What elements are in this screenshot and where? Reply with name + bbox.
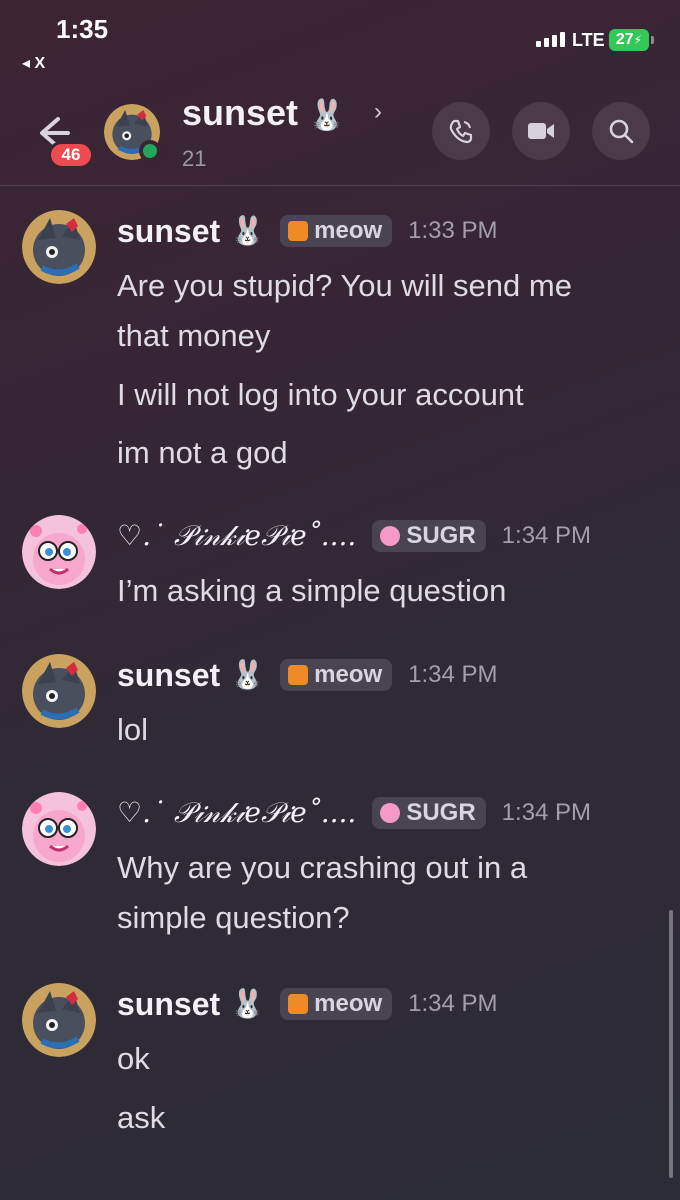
signal-icon [536, 31, 565, 47]
author-name[interactable]: sunset [117, 657, 220, 694]
cat-icon [288, 665, 309, 685]
message-line: that money [117, 318, 271, 353]
heart-icon [380, 526, 401, 546]
message-line: ok [117, 1041, 150, 1076]
video-call-button[interactable] [512, 102, 570, 160]
search-icon [609, 119, 634, 144]
author-name[interactable]: ♡.˙ 𝒫𝒾𝓃𝓀𝒾𝑒𝒫𝒾𝑒˚.... [117, 796, 356, 830]
tag-label: meow [314, 217, 383, 244]
cat-icon [288, 221, 309, 241]
author-name[interactable]: ♡.˙ 𝒫𝒾𝓃𝓀𝒾𝑒𝒫𝒾𝑒˚.... [117, 519, 356, 553]
avatar[interactable] [22, 983, 96, 1057]
message-line: Why are you crashing out in a [117, 850, 528, 885]
member-count: 21 [182, 146, 207, 171]
message-meta: ♡.˙ 𝒫𝒾𝓃𝓀𝒾𝑒𝒫𝒾𝑒˚.... SUGR 1:34 PM [117, 792, 591, 834]
unread-badge: 46 [48, 141, 94, 169]
message-meta: sunset 🐰 meow 1:34 PM [117, 654, 498, 696]
author-name[interactable]: sunset [117, 213, 220, 250]
author-name[interactable]: sunset [117, 986, 220, 1023]
channel-title[interactable]: sunset 🐰 [182, 92, 345, 134]
message-line: im not a god [117, 435, 288, 470]
avatar[interactable] [22, 792, 96, 866]
server-tag[interactable]: SUGR [372, 520, 486, 552]
server-tag[interactable]: meow [280, 988, 393, 1020]
timestamp: 1:33 PM [408, 217, 498, 244]
tag-label: SUGR [406, 799, 476, 826]
message-meta: sunset 🐰 meow 1:34 PM [117, 983, 498, 1025]
network-type: LTE [572, 30, 605, 50]
avatar[interactable] [22, 515, 96, 589]
message-line: I will not log into your account [117, 377, 524, 412]
tag-label: meow [314, 990, 383, 1017]
server-tag[interactable]: meow [280, 659, 393, 691]
battery-icon: 27 ⚡ [609, 29, 649, 51]
back-to-app-link[interactable]: ◂ X [22, 53, 45, 73]
message-line: simple question? [117, 900, 350, 935]
phone-icon [449, 119, 473, 144]
video-icon [528, 123, 554, 139]
server-tag[interactable]: meow [280, 215, 393, 247]
message-line: I’m asking a simple question [117, 573, 507, 608]
message-line: Are you stupid? You will send me [117, 268, 572, 303]
server-tag[interactable]: SUGR [372, 797, 486, 829]
bunny-emoji-icon: 🐰 [230, 659, 266, 690]
search-button[interactable] [592, 102, 650, 160]
call-button[interactable] [432, 102, 490, 160]
message-meta: sunset 🐰 meow 1:33 PM [117, 210, 498, 252]
battery-nub [651, 36, 654, 44]
online-status-dot [139, 140, 161, 162]
timestamp: 1:34 PM [408, 990, 498, 1017]
tag-label: meow [314, 661, 383, 688]
battery-level: 27 [615, 31, 634, 48]
heart-icon [380, 803, 401, 823]
timestamp: 1:34 PM [501, 799, 592, 826]
bunny-emoji-icon: 🐰 [230, 215, 266, 246]
clock: 1:35 [56, 14, 109, 44]
message-line: lol [117, 712, 149, 747]
message-line: ask [117, 1100, 166, 1135]
avatar[interactable] [22, 654, 96, 728]
timestamp: 1:34 PM [501, 522, 592, 549]
timestamp: 1:34 PM [408, 661, 498, 688]
status-bar: 1:35 ◂ X LTE 27 ⚡ [0, 0, 680, 80]
tag-label: SUGR [406, 522, 476, 549]
message-meta: ♡.˙ 𝒫𝒾𝓃𝓀𝒾𝑒𝒫𝒾𝑒˚.... SUGR 1:34 PM [117, 515, 591, 557]
avatar[interactable] [22, 210, 96, 284]
chevron-right-icon[interactable]: › [374, 98, 382, 126]
scrollbar[interactable] [669, 910, 673, 1178]
bunny-emoji-icon: 🐰 [230, 988, 266, 1019]
channel-header: 46 sunset 🐰 › 21 [0, 80, 680, 186]
cat-icon [288, 994, 309, 1014]
